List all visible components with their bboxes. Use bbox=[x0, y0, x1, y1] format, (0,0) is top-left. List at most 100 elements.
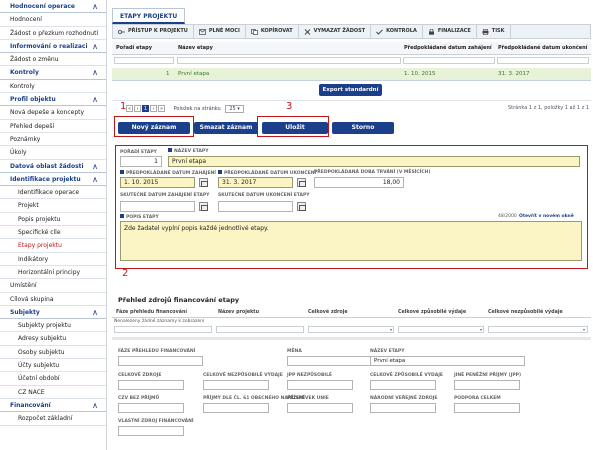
access-project-button[interactable]: PŘÍSTUP K PROJEKTU bbox=[113, 25, 194, 38]
first-page-button[interactable]: « bbox=[126, 105, 133, 112]
sidebar-section[interactable]: Financování ∧ bbox=[0, 398, 106, 413]
cancel-button[interactable]: Storno bbox=[332, 122, 394, 134]
export-button[interactable]: Export standardní bbox=[319, 84, 382, 96]
chevron-up-icon[interactable]: ∧ bbox=[92, 173, 98, 185]
sidebar-item[interactable]: Specifické cíle bbox=[0, 226, 106, 240]
fin-col-project[interactable]: Název projektu bbox=[218, 310, 259, 315]
sidebar-item[interactable]: Poznámky bbox=[0, 133, 106, 147]
fin-filter-project[interactable] bbox=[216, 326, 304, 333]
end-date-input[interactable]: 31. 3. 2017 bbox=[218, 177, 293, 188]
fin-filter-ineligible[interactable] bbox=[488, 326, 588, 333]
chevron-up-icon[interactable]: ∧ bbox=[92, 40, 98, 52]
last-page-button[interactable]: » bbox=[158, 105, 165, 112]
fin-filter-eligible[interactable] bbox=[398, 326, 484, 333]
col-order[interactable]: Pořadí etapy bbox=[116, 42, 152, 55]
delete-request-button[interactable]: VYMAZAT ŽÁDOST bbox=[299, 25, 372, 38]
per-page-select[interactable]: 25 ▾ bbox=[225, 105, 244, 113]
sidebar-item[interactable]: Nová depeše a koncepty bbox=[0, 106, 106, 120]
sidebar-item[interactable]: Úkoly bbox=[0, 146, 106, 160]
sidebar-item[interactable]: Hodnocení bbox=[0, 13, 106, 27]
desc-counter: 48/2000 bbox=[498, 214, 517, 219]
new-record-button[interactable]: Nový záznam bbox=[118, 122, 190, 134]
power-of-attorney-button[interactable]: PLNÉ MOCI bbox=[194, 25, 246, 38]
delete-record-button[interactable]: Smazat záznam bbox=[194, 122, 258, 134]
col-end[interactable]: Předpokládané datum ukončení bbox=[498, 42, 587, 55]
sidebar-item[interactable]: Indikátory bbox=[0, 253, 106, 266]
calendar-icon[interactable] bbox=[297, 178, 306, 187]
sidebar-item-label: Rozpočet základní bbox=[18, 415, 73, 423]
prev-page-button[interactable]: ‹ bbox=[134, 105, 141, 112]
sidebar-item[interactable]: Rozpočet základní bbox=[0, 412, 106, 426]
current-page[interactable]: 1 bbox=[142, 105, 149, 112]
fin-col-eligible[interactable]: Celkové způsobilé výdaje bbox=[398, 310, 466, 315]
sidebar-item[interactable]: Osoby subjektu bbox=[0, 346, 106, 360]
finance-scrollbar[interactable] bbox=[112, 337, 591, 340]
order-input[interactable]: 1 bbox=[120, 156, 162, 167]
fin-filter-phase[interactable] bbox=[114, 326, 212, 333]
sidebar-section[interactable]: Informování o realizaci ∧ bbox=[0, 39, 106, 54]
sidebar-item[interactable]: Přehled depeší bbox=[0, 120, 106, 133]
check-button[interactable]: KONTROLA bbox=[371, 25, 423, 38]
name-input[interactable]: První etapa bbox=[168, 156, 580, 167]
sidebar-item[interactable]: Etapy projektu bbox=[0, 239, 106, 253]
sidebar-item[interactable]: Adresy subjektu bbox=[0, 332, 106, 346]
calendar-icon[interactable] bbox=[199, 178, 208, 187]
sidebar-item[interactable]: Účty subjektu bbox=[0, 359, 106, 373]
sidebar-section[interactable]: Datová oblast žádosti ∧ bbox=[0, 159, 106, 173]
sidebar-item[interactable]: Subjekty projektu bbox=[0, 319, 106, 333]
chevron-down-icon[interactable]: ▾ bbox=[480, 327, 482, 332]
print-button[interactable]: TISK bbox=[477, 25, 511, 38]
fin-support-total-label: PODPORA CELKEM bbox=[454, 396, 501, 401]
chevron-up-icon[interactable]: ∧ bbox=[92, 0, 98, 12]
calendar-icon[interactable] bbox=[199, 202, 208, 211]
sidebar-item[interactable]: Kontroly bbox=[0, 80, 106, 94]
chevron-up-icon[interactable]: ∧ bbox=[92, 66, 98, 78]
sidebar-section[interactable]: Subjekty ∧ bbox=[0, 305, 106, 320]
desc-label-text: POPIS ETAPY bbox=[126, 215, 159, 220]
sidebar-item-label: Žádost o změnu bbox=[10, 56, 59, 64]
sidebar-item[interactable]: Horizontální principy bbox=[0, 266, 106, 280]
fin-phase-input bbox=[118, 356, 203, 366]
next-page-button[interactable]: › bbox=[150, 105, 157, 112]
fin-col-phase[interactable]: Fáze přehledu financování bbox=[116, 310, 187, 315]
sidebar-section[interactable]: Hodnocení operace ∧ bbox=[0, 0, 106, 14]
filter-order[interactable] bbox=[114, 57, 174, 64]
filter-start[interactable] bbox=[403, 57, 495, 64]
chevron-up-icon[interactable]: ∧ bbox=[92, 93, 98, 105]
sidebar-item[interactable]: Účetní období bbox=[0, 372, 106, 386]
sidebar-section[interactable]: Profil objektu ∧ bbox=[0, 93, 106, 107]
sidebar-section[interactable]: Kontroly ∧ bbox=[0, 66, 106, 80]
chevron-down-icon[interactable]: ▾ bbox=[390, 327, 392, 332]
fin-col-ineligible[interactable]: Celkové nezpůsobilé výdaje bbox=[488, 310, 563, 315]
sidebar-item[interactable]: Žádost o přezkum rozhodnutí bbox=[0, 27, 106, 40]
sidebar-item[interactable]: CZ NACE bbox=[0, 386, 106, 399]
sidebar-item[interactable]: Projekt bbox=[0, 199, 106, 213]
sidebar-section[interactable]: Identifikace projektu ∧ bbox=[0, 172, 106, 187]
filter-end[interactable] bbox=[497, 57, 589, 64]
actual-end-input[interactable] bbox=[218, 201, 293, 212]
open-new-window-link[interactable]: Otevřít v novém okně bbox=[519, 214, 574, 219]
chevron-up-icon[interactable]: ∧ bbox=[92, 399, 98, 411]
chevron-up-icon[interactable]: ∧ bbox=[92, 160, 98, 172]
fin-col-total[interactable]: Celkové zdroje bbox=[308, 310, 348, 315]
chevron-down-icon[interactable]: ▾ bbox=[583, 327, 585, 332]
filter-name[interactable] bbox=[177, 57, 401, 64]
sidebar-item[interactable]: Popis projektu bbox=[0, 213, 106, 227]
save-button[interactable]: Uložit bbox=[262, 122, 328, 134]
col-start[interactable]: Předpokládané datum zahájení bbox=[404, 42, 492, 55]
calendar-icon[interactable] bbox=[297, 202, 306, 211]
sidebar-item[interactable]: Žádost o změnu bbox=[0, 53, 106, 67]
fin-filter-total[interactable] bbox=[308, 326, 394, 333]
sidebar-item[interactable]: Umístění bbox=[0, 279, 106, 293]
col-name[interactable]: Název etapy bbox=[178, 42, 213, 55]
chevron-up-icon[interactable]: ∧ bbox=[92, 306, 98, 318]
copy-button[interactable]: KOPÍROVAT bbox=[246, 25, 299, 38]
finalize-button[interactable]: FINALIZACE bbox=[423, 25, 477, 38]
sidebar-item[interactable]: Cílová skupina bbox=[0, 293, 106, 306]
table-row[interactable]: 1 První etapa 1. 10. 2015 31. 3. 2017 bbox=[112, 68, 591, 81]
start-date-input[interactable]: 1. 10. 2015 bbox=[120, 177, 195, 188]
actual-start-input[interactable] bbox=[120, 201, 195, 212]
desc-textarea[interactable]: Zde žadatel vyplní popis každé jednotliv… bbox=[120, 221, 582, 261]
sidebar-item[interactable]: Identifikace operace bbox=[0, 186, 106, 200]
tab-etapy-projektu[interactable]: ETAPY PROJEKTU bbox=[112, 8, 186, 24]
